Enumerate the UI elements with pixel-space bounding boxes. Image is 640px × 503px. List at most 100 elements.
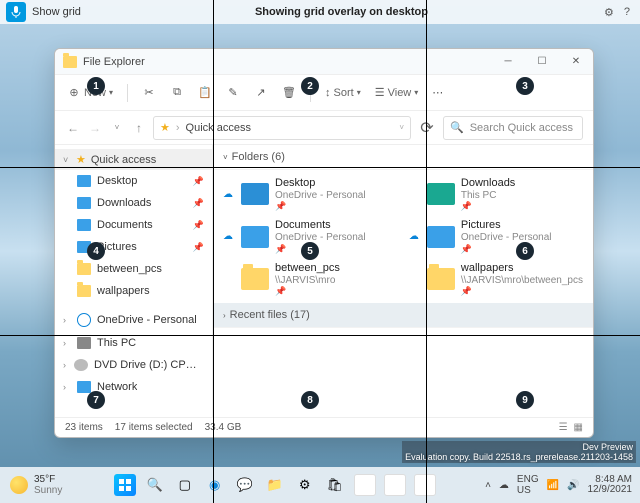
sun-icon <box>10 476 28 494</box>
pinned-app-1[interactable] <box>354 474 376 496</box>
window-title: File Explorer <box>83 56 491 68</box>
address-bar[interactable]: ★ › Quick access ˅ <box>153 116 411 140</box>
folder-location: This PC <box>461 190 515 202</box>
command-bar: ⊕New▾ ✂ ⧉ 📋 ✎ ↗ 🗑 ↕Sort▾ ☰View▾ ⋯ <box>55 75 593 111</box>
search-taskbar-icon[interactable]: 🔍 <box>144 474 166 496</box>
nav-root-network[interactable]: ›Network <box>55 376 212 398</box>
view-button[interactable]: ☰View▾ <box>375 86 419 99</box>
pin-icon: 📌 <box>193 176 204 187</box>
clock[interactable]: 8:48 AM12/9/2021 <box>588 475 633 496</box>
language-indicator[interactable]: ENGUS <box>517 474 539 496</box>
folder-icon <box>427 226 455 248</box>
minimize-button[interactable]: ─ <box>491 49 525 75</box>
folder-name: Pictures <box>461 219 552 232</box>
system-tray[interactable]: ˄ ☁ ENGUS 📶 🔊 8:48 AM12/9/2021 <box>477 474 640 496</box>
rename-icon[interactable]: ✎ <box>226 86 240 100</box>
chevron-icon: › <box>63 315 71 325</box>
nav-root-onedrive-personal[interactable]: › OneDrive - Personal <box>55 308 212 332</box>
folder-icon <box>241 268 269 290</box>
folder-location: \\JARVIS\mro\between_pcs <box>461 275 583 287</box>
explorer-taskbar-icon[interactable]: 📁 <box>264 474 286 496</box>
breadcrumb[interactable]: Quick access <box>186 122 251 134</box>
file-explorer-window: File Explorer ─ ☐ ✕ ⊕New▾ ✂ ⧉ 📋 ✎ ↗ 🗑 ↕S… <box>54 48 594 438</box>
quick-access-header[interactable]: ˅★Quick access <box>55 149 212 170</box>
folder-item[interactable]: ☁DocumentsOneDrive - Personal📌 <box>221 216 399 256</box>
search-icon: 🔍 <box>450 121 464 134</box>
nav-root-icon <box>77 313 91 327</box>
refresh-button[interactable]: ⟳ <box>417 118 437 138</box>
pinned-app-3[interactable] <box>414 474 436 496</box>
nav-root-label: OneDrive - Personal <box>97 314 197 326</box>
sort-button[interactable]: ↕Sort▾ <box>325 87 361 99</box>
start-button[interactable] <box>114 474 136 496</box>
nav-item-label: wallpapers <box>97 285 150 297</box>
nav-root-dvd-drive-d-cpra-x-fre-en[interactable]: ›DVD Drive (D:) CPRA_X64FRE_EN <box>55 354 212 376</box>
maximize-button[interactable]: ☐ <box>525 49 559 75</box>
address-bar-row: ← → ˅ ↑ ★ › Quick access ˅ ⟳ 🔍 Search Qu… <box>55 111 593 145</box>
nav-item-icon <box>77 263 91 275</box>
widgets-icon[interactable]: ◉ <box>204 474 226 496</box>
paste-icon[interactable]: 📋 <box>198 86 212 100</box>
nav-item-documents[interactable]: Documents 📌 <box>55 214 212 236</box>
copy-icon[interactable]: ⧉ <box>170 86 184 100</box>
mic-icon[interactable] <box>6 2 26 22</box>
new-button[interactable]: ⊕New▾ <box>67 86 113 100</box>
voice-response-text: Showing grid overlay on desktop <box>89 6 594 18</box>
settings-icon[interactable]: ⚙ <box>604 6 614 19</box>
pin-icon: 📌 <box>193 242 204 253</box>
navigation-pane[interactable]: ˅★Quick access Desktop📌Downloads📌Documen… <box>55 145 213 417</box>
recent-group-header[interactable]: ›Recent files (17) <box>213 303 593 328</box>
nav-item-label: Desktop <box>97 175 137 187</box>
folder-item[interactable]: between_pcs\\JARVIS\mro📌 <box>221 259 399 299</box>
store-icon[interactable]: 🛍 <box>324 474 346 496</box>
titlebar[interactable]: File Explorer ─ ☐ ✕ <box>55 49 593 75</box>
folder-item[interactable]: DownloadsThis PC📌 <box>407 174 585 214</box>
close-button[interactable]: ✕ <box>559 49 593 75</box>
task-view-icon[interactable]: ▢ <box>174 474 196 496</box>
folder-location: OneDrive - Personal <box>461 232 552 244</box>
cut-icon[interactable]: ✂ <box>142 86 156 100</box>
recent-button[interactable]: ˅ <box>109 123 125 132</box>
content-pane[interactable]: ˅Folders (6) ☁DesktopOneDrive - Personal… <box>213 145 593 417</box>
status-bar: 23 items 17 items selected 33.4 GB ☰▦ <box>55 417 593 437</box>
details-view-icon[interactable]: ☰ <box>559 422 568 433</box>
pin-icon: 📌 <box>193 220 204 231</box>
folder-item[interactable]: ☁PicturesOneDrive - Personal📌 <box>407 216 585 256</box>
up-button[interactable]: ↑ <box>131 121 147 135</box>
back-button[interactable]: ← <box>65 121 81 135</box>
nav-item-downloads[interactable]: Downloads📌 <box>55 192 212 214</box>
share-icon[interactable]: ↗ <box>254 86 268 100</box>
nav-item-icon <box>77 241 91 253</box>
folder-item[interactable]: wallpapers\\JARVIS\mro\between_pcs📌 <box>407 259 585 299</box>
onedrive-tray-icon[interactable]: ☁ <box>499 480 509 491</box>
folder-name: wallpapers <box>461 262 583 275</box>
chevron-down-icon[interactable]: ˅ <box>399 123 404 132</box>
nav-item-desktop[interactable]: Desktop 📌 <box>55 170 212 192</box>
folders-group-header[interactable]: ˅Folders (6) <box>213 145 593 170</box>
nav-item-icon <box>77 219 91 231</box>
help-icon[interactable]: ? <box>624 6 630 19</box>
nav-root-this-pc[interactable]: ›This PC <box>55 332 212 354</box>
desktop: Show grid Showing grid overlay on deskto… <box>0 0 640 503</box>
nav-item-pictures[interactable]: Pictures📌 <box>55 236 212 258</box>
star-icon: ★ <box>160 121 170 134</box>
taskbar[interactable]: 35°FSunny 🔍 ▢ ◉ 💬 📁 ⚙ 🛍 ˄ ☁ ENGUS 📶 🔊 8:… <box>0 467 640 503</box>
more-button[interactable]: ⋯ <box>432 86 443 99</box>
chevron-icon: › <box>63 382 71 392</box>
weather-widget[interactable]: 35°FSunny <box>0 474 72 496</box>
volume-icon[interactable]: 🔊 <box>567 480 579 491</box>
chat-icon[interactable]: 💬 <box>234 474 256 496</box>
settings-taskbar-icon[interactable]: ⚙ <box>294 474 316 496</box>
tray-chevron-icon[interactable]: ˄ <box>485 480 491 491</box>
nav-item-wallpapers[interactable]: wallpapers <box>55 280 212 302</box>
nav-item-between_pcs[interactable]: between_pcs <box>55 258 212 280</box>
search-box[interactable]: 🔍 Search Quick access <box>443 116 583 140</box>
nav-item-label: Documents <box>97 219 153 231</box>
wifi-icon[interactable]: 📶 <box>547 480 559 491</box>
thumbnails-view-icon[interactable]: ▦ <box>574 422 583 433</box>
delete-icon[interactable]: 🗑 <box>282 86 296 100</box>
forward-button[interactable]: → <box>87 121 103 135</box>
folder-name: Downloads <box>461 177 515 190</box>
pinned-app-2[interactable] <box>384 474 406 496</box>
folder-item[interactable]: ☁DesktopOneDrive - Personal📌 <box>221 174 399 214</box>
